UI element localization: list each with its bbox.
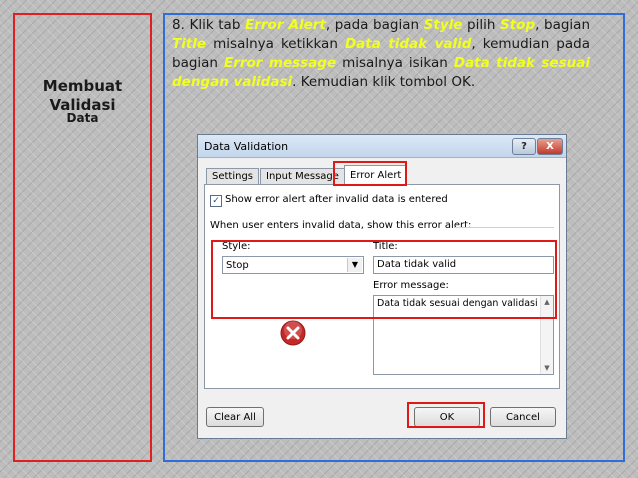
dialog-titlebar[interactable]: Data Validation ? X xyxy=(198,135,566,158)
instruction-part: misalnya isikan xyxy=(336,55,454,71)
show-alert-label[interactable]: Show error alert after invalid data is e… xyxy=(225,194,448,205)
close-button[interactable]: X xyxy=(537,138,563,155)
instruction-part: misalnya ketikkan xyxy=(206,36,345,52)
cancel-button[interactable]: Cancel xyxy=(490,407,556,427)
highlight-box-ok-button xyxy=(407,402,485,428)
highlight-box-style-title-message xyxy=(211,240,557,319)
left-panel-frame: Membuat Validasi Data xyxy=(13,13,152,462)
highlight-style: Style xyxy=(423,17,463,33)
clear-all-button[interactable]: Clear All xyxy=(206,407,264,427)
highlight-error-alert: Error Alert xyxy=(245,17,326,33)
heading-line-3: Data xyxy=(66,111,99,125)
show-alert-checkbox[interactable]: ✓ xyxy=(210,195,222,207)
highlight-stop: Stop xyxy=(500,17,536,33)
heading-line-1: Membuat xyxy=(42,77,123,95)
section-label: When user enters invalid data, show this… xyxy=(210,220,472,231)
section-divider xyxy=(454,227,554,228)
tab-settings[interactable]: Settings xyxy=(206,168,260,185)
instruction-part: , pada bagian xyxy=(325,17,424,33)
instruction-part: . Kemudian klik tombol OK. xyxy=(292,74,476,90)
slide-heading: Membuat Validasi Data xyxy=(15,77,150,124)
instruction-text: 8. Klik tab Error Alert, pada bagian Sty… xyxy=(172,16,590,92)
help-button[interactable]: ? xyxy=(512,138,536,155)
highlight-title: Title xyxy=(172,36,207,52)
instruction-part: pilih xyxy=(462,17,500,33)
highlight-data-tidak-valid: Data tidak valid xyxy=(344,36,472,52)
highlight-box-error-alert-tab xyxy=(333,161,407,186)
highlight-error-message: Error message xyxy=(224,55,337,71)
instruction-part: 8. Klik tab xyxy=(172,17,246,33)
scroll-down-icon[interactable]: ▼ xyxy=(541,364,553,372)
instruction-part: , bagian xyxy=(535,17,591,33)
stop-error-icon xyxy=(280,320,306,346)
dialog-title: Data Validation xyxy=(204,140,289,153)
